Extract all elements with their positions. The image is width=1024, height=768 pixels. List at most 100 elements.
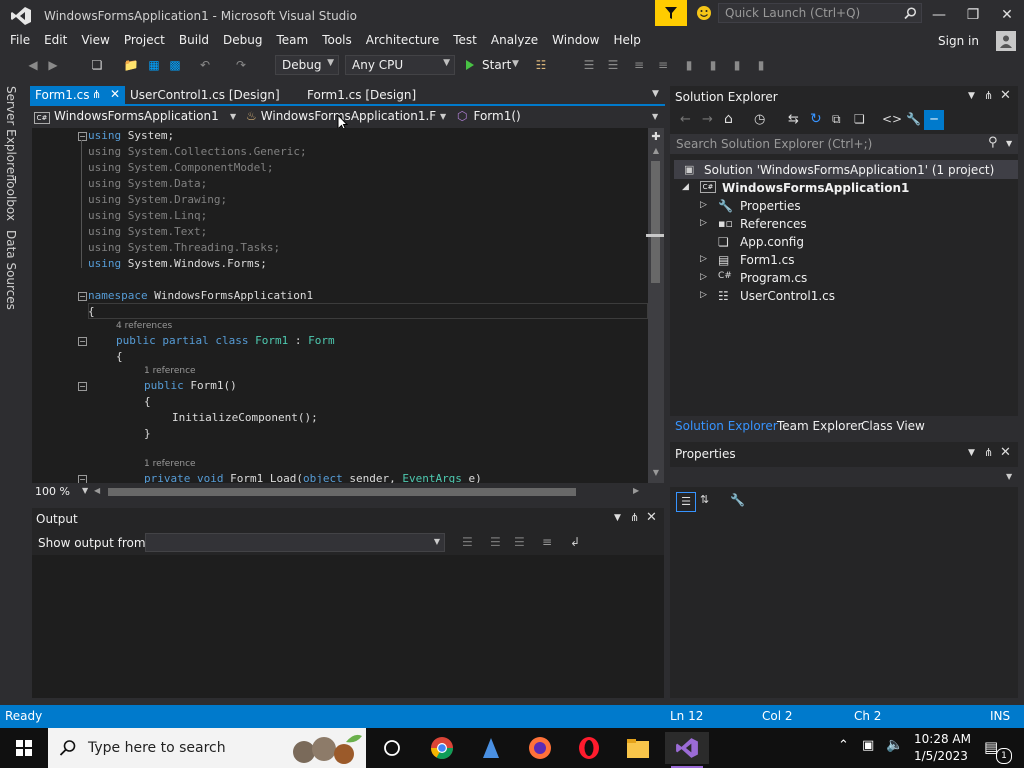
menu-tools[interactable]: Tools bbox=[315, 30, 359, 50]
clear-all-icon[interactable]: ≡ bbox=[542, 535, 552, 549]
tab-overflow-dropdown-icon[interactable]: ▼ bbox=[652, 89, 659, 99]
alphabetical-icon[interactable]: ⇅ bbox=[700, 493, 709, 506]
view-code-icon[interactable]: <> bbox=[882, 112, 902, 126]
search-icon[interactable] bbox=[903, 6, 917, 20]
class-nav-dropdown-icon[interactable]: ▼ bbox=[440, 112, 446, 121]
menu-edit[interactable]: Edit bbox=[37, 30, 74, 50]
fold-toggle-namespace[interactable]: − bbox=[78, 292, 87, 301]
firefox-icon[interactable] bbox=[518, 732, 562, 764]
object-select-dropdown-icon[interactable]: ▼ bbox=[1006, 472, 1012, 481]
show-hidden-icons-icon[interactable]: ⌃ bbox=[838, 738, 849, 753]
output-source-select[interactable]: ▼ bbox=[145, 533, 445, 552]
properties-object-select[interactable]: ▼ bbox=[670, 467, 1018, 487]
data-sources-tab[interactable]: Data Sources bbox=[4, 230, 18, 310]
solution-platform-select[interactable]: Any CPU ▼ bbox=[345, 55, 455, 75]
collapsed-chevron-icon[interactable]: ▷ bbox=[700, 200, 707, 210]
opera-icon[interactable] bbox=[567, 732, 611, 764]
minimize-button[interactable]: — bbox=[922, 0, 956, 30]
open-file-icon[interactable]: 📁 bbox=[122, 56, 140, 74]
tree-item-project[interactable]: ◢ C# WindowsFormsApplication1 bbox=[674, 179, 1018, 197]
network-icon[interactable]: ▣ bbox=[862, 738, 874, 753]
zoom-level[interactable]: 100 % bbox=[35, 485, 70, 498]
solution-configuration-select[interactable]: Debug ▼ bbox=[275, 55, 339, 75]
solution-explorer-dropdown-icon[interactable]: ▼ bbox=[968, 91, 975, 101]
next-bookmark-icon[interactable]: ▮ bbox=[728, 56, 746, 74]
member-nav-dropdown-icon[interactable]: ▼ bbox=[652, 112, 658, 121]
properties-close-icon[interactable]: ✕ bbox=[1000, 445, 1011, 460]
scroll-right-icon[interactable]: ▶ bbox=[633, 486, 639, 495]
se-forward-icon[interactable]: → bbox=[702, 112, 713, 127]
navigate-back-icon[interactable]: ◀ bbox=[24, 56, 42, 74]
menu-window[interactable]: Window bbox=[545, 30, 606, 50]
tab-usercontrol1-design[interactable]: UserControl1.cs [Design] bbox=[125, 86, 295, 105]
se-back-icon[interactable]: ← bbox=[680, 112, 691, 127]
clock-date[interactable]: 1/5/2023 bbox=[914, 749, 968, 763]
fold-toggle-usings[interactable]: − bbox=[78, 132, 87, 141]
server-explorer-tab[interactable]: Server Explorer bbox=[4, 86, 18, 179]
uncomment-lines-icon[interactable]: ≡ bbox=[654, 56, 672, 74]
menu-file[interactable]: File bbox=[0, 30, 37, 50]
refresh-icon[interactable]: ↻ bbox=[810, 111, 822, 127]
tree-item-properties[interactable]: ▷ 🔧 Properties bbox=[674, 197, 1018, 215]
properties-wrench-icon[interactable]: 🔧 bbox=[906, 112, 921, 126]
collapsed-chevron-icon[interactable]: ▷ bbox=[700, 290, 707, 300]
feedback-smiley-icon[interactable] bbox=[694, 4, 714, 22]
find-message-icon[interactable]: ☰ bbox=[462, 535, 473, 549]
output-content[interactable] bbox=[32, 555, 664, 698]
menu-debug[interactable]: Debug bbox=[216, 30, 269, 50]
file-explorer-icon[interactable] bbox=[616, 732, 660, 764]
horizontal-scrollbar-thumb[interactable] bbox=[108, 488, 576, 496]
undo-icon[interactable]: ↶ bbox=[196, 56, 214, 74]
tab-team-explorer[interactable]: Team Explorer bbox=[777, 419, 863, 433]
taskbar-search-box[interactable]: Type here to search bbox=[48, 728, 366, 768]
editor-vertical-scrollbar[interactable]: ✚ ▲ ▼ bbox=[646, 128, 664, 483]
show-all-files-icon[interactable]: ❏ bbox=[854, 112, 865, 126]
quick-launch-input[interactable]: Quick Launch (Ctrl+Q) bbox=[718, 3, 922, 23]
solution-search-input[interactable]: Search Solution Explorer (Ctrl+;) ⚲ ▼ bbox=[670, 134, 1018, 154]
tree-item-solution[interactable]: ▣ Solution 'WindowsFormsApplication1' (1… bbox=[674, 160, 1018, 179]
close-tab-icon[interactable]: ✕ bbox=[110, 87, 120, 101]
menu-help[interactable]: Help bbox=[607, 30, 648, 50]
scroll-down-icon[interactable]: ▼ bbox=[650, 468, 662, 480]
task-view-icon[interactable] bbox=[370, 732, 414, 764]
sync-icon[interactable]: ⇆ bbox=[788, 112, 799, 127]
output-pin-icon[interactable]: ⋔ bbox=[630, 511, 639, 524]
preview-selected-icon[interactable]: ─ bbox=[924, 110, 944, 130]
pending-changes-filter-icon[interactable]: ◷ bbox=[754, 112, 765, 127]
collapsed-chevron-icon[interactable]: ▷ bbox=[700, 254, 707, 264]
toolbar-format-icon[interactable]: ☰ bbox=[580, 56, 598, 74]
clock-time[interactable]: 10:28 AM bbox=[914, 732, 971, 746]
next-message-icon[interactable]: ☰ bbox=[514, 535, 525, 549]
tab-solution-explorer[interactable]: Solution Explorer bbox=[675, 419, 778, 433]
split-editor-icon[interactable]: ✚ bbox=[650, 130, 662, 144]
toolbar-indent-icon[interactable]: ☰ bbox=[604, 56, 622, 74]
windows-start-icon[interactable] bbox=[2, 732, 46, 764]
menu-project[interactable]: Project bbox=[117, 30, 172, 50]
categorized-icon[interactable]: ☰ bbox=[676, 492, 696, 512]
collapse-all-icon[interactable]: ⧉ bbox=[832, 112, 841, 127]
sign-in-link[interactable]: Sign in bbox=[938, 34, 979, 48]
fold-toggle-load[interactable]: − bbox=[78, 475, 87, 483]
pin-icon[interactable]: ⋔ bbox=[92, 88, 101, 101]
project-nav-dropdown-icon[interactable]: ▼ bbox=[230, 112, 236, 121]
output-dropdown-icon[interactable]: ▼ bbox=[614, 513, 621, 523]
collapsed-chevron-icon[interactable]: ▷ bbox=[700, 218, 707, 228]
scroll-left-icon[interactable]: ◀ bbox=[94, 486, 100, 495]
home-icon[interactable]: ⌂ bbox=[724, 111, 733, 127]
tree-item-usercontrol1[interactable]: ▷ ☷ UserControl1.cs bbox=[674, 287, 1018, 305]
start-button[interactable]: Start ▼ bbox=[462, 55, 522, 75]
tree-item-app-config[interactable]: ❏ App.config bbox=[674, 233, 1018, 251]
attach-process-icon[interactable]: ☷ bbox=[532, 56, 550, 74]
zoom-dropdown-icon[interactable]: ▼ bbox=[82, 486, 88, 495]
project-nav-select[interactable]: C# WindowsFormsApplication1 bbox=[34, 109, 239, 126]
tab-class-view[interactable]: Class View bbox=[861, 419, 925, 433]
prev-bookmark-icon[interactable]: ▮ bbox=[704, 56, 722, 74]
filter-feedback-icon[interactable] bbox=[655, 0, 687, 26]
properties-dropdown-icon[interactable]: ▼ bbox=[968, 448, 975, 458]
save-icon[interactable]: ▦ bbox=[145, 56, 163, 74]
volume-icon[interactable]: 🔈 bbox=[886, 737, 903, 753]
codelens-references[interactable]: 1 reference bbox=[144, 366, 196, 376]
codelens-references[interactable]: 1 reference bbox=[144, 459, 196, 469]
tab-form1-cs[interactable]: Form1.cs ⋔ ✕ bbox=[30, 86, 125, 105]
properties-pin-icon[interactable]: ⋔ bbox=[984, 446, 993, 459]
